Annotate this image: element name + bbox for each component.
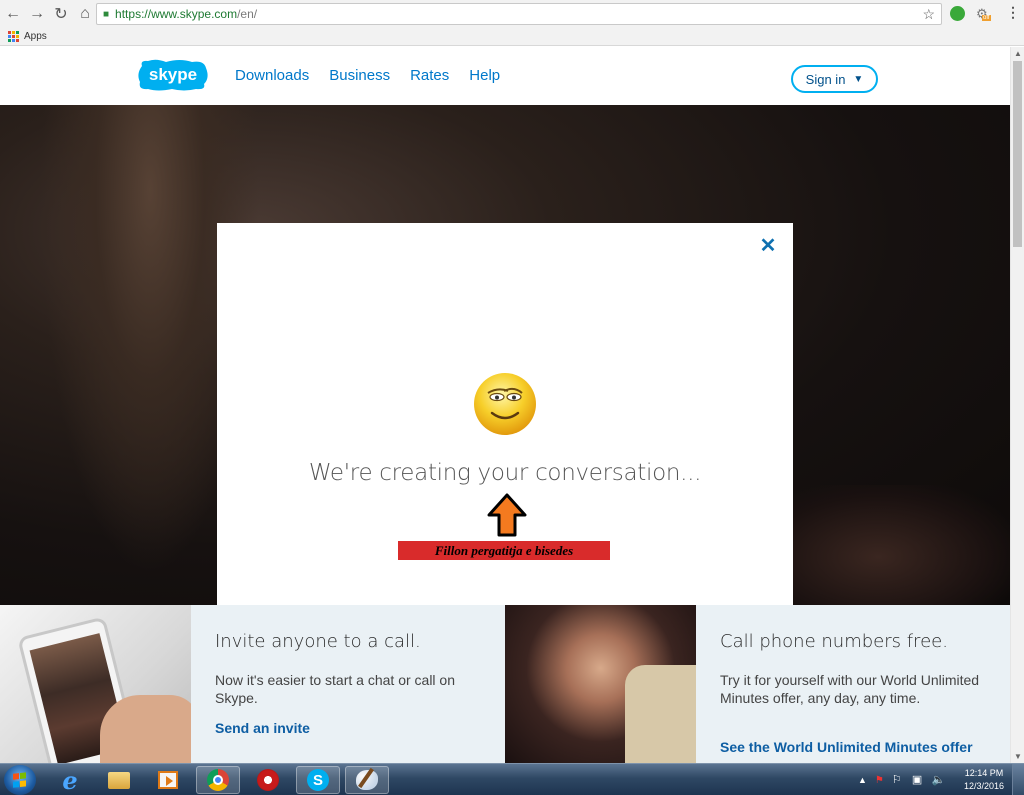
- call-phones-card: Call phone numbers free. Try it for your…: [696, 605, 1010, 763]
- paint-icon: [356, 770, 378, 790]
- nav-rates[interactable]: Rates: [410, 67, 449, 84]
- windows-logo-icon: [13, 772, 27, 788]
- close-icon[interactable]: ✕: [759, 236, 777, 256]
- address-bar[interactable]: ■ https://www.skype.com/en/ ☆: [96, 3, 942, 25]
- page-viewport: skype Downloads Business Rates Help Sign…: [0, 47, 1010, 763]
- extension-badge-icon: off: [982, 15, 991, 21]
- bookmarks-bar: Apps: [0, 28, 1024, 46]
- hero-rug-image: [790, 485, 1010, 605]
- internet-explorer-icon: e: [62, 765, 78, 795]
- screen: ← → ↻ ⌂ ■ https://www.skype.com/en/ ☆ ⚙ o…: [0, 0, 1024, 795]
- folder-icon: [108, 771, 130, 789]
- main-nav: Downloads Business Rates Help: [235, 67, 500, 84]
- taskbar-ie[interactable]: e: [48, 765, 92, 795]
- start-button[interactable]: [4, 765, 36, 795]
- lock-icon: ■: [103, 8, 110, 20]
- taskbar-explorer[interactable]: [97, 766, 141, 794]
- extension-puzzle-icon[interactable]: ⚙ off: [976, 6, 992, 22]
- reload-icon[interactable]: ↻: [50, 3, 72, 25]
- chevron-down-icon: ▼: [853, 73, 864, 85]
- invite-card: Invite anyone to a call. Now it's easier…: [191, 605, 505, 763]
- url-host: https://www.skype.com: [115, 7, 238, 21]
- nav-downloads[interactable]: Downloads: [235, 67, 309, 84]
- tray-flag-icon[interactable]: ⚑: [875, 775, 884, 786]
- home-icon[interactable]: ⌂: [74, 3, 96, 25]
- nav-help[interactable]: Help: [469, 67, 500, 84]
- red-app-icon: [257, 769, 279, 791]
- page-scrollbar[interactable]: ▲ ▼: [1010, 47, 1024, 763]
- browser-toolbar: ← → ↻ ⌂ ■ https://www.skype.com/en/ ☆ ⚙ o…: [0, 0, 1024, 28]
- show-desktop-button[interactable]: [1012, 764, 1024, 795]
- site-header: skype Downloads Business Rates Help Sign…: [0, 47, 1010, 105]
- chrome-icon: [207, 769, 229, 791]
- taskbar-media-player[interactable]: [146, 766, 190, 794]
- action-center-icon[interactable]: ⚐: [892, 774, 904, 786]
- volume-icon[interactable]: 🔈: [932, 774, 946, 786]
- clock-date: 12/3/2016: [963, 781, 1005, 791]
- skype-icon: S: [307, 769, 329, 791]
- taskbar-skype[interactable]: S: [296, 766, 340, 794]
- skype-logo[interactable]: skype: [136, 58, 210, 92]
- smiley-emoticon-icon: [474, 373, 536, 435]
- skype-logo-text: skype: [149, 65, 197, 84]
- hero-background: ✕ We're creating your conversation... Fi…: [0, 105, 1010, 663]
- windows-taskbar: e S ▲ ⚑ ⚐ ▣ 🔈 12:14 PM 12/3/2016: [0, 763, 1024, 795]
- shirt-image: [625, 665, 696, 763]
- invite-card-body: Now it's easier to start a chat or call …: [215, 672, 455, 706]
- conversation-modal: ✕ We're creating your conversation... Fi…: [217, 223, 793, 663]
- forward-icon[interactable]: →: [26, 3, 48, 25]
- hand-image: [100, 695, 191, 763]
- arrow-up-icon: [487, 493, 527, 537]
- taskbar-clock[interactable]: 12:14 PM 12/3/2016: [958, 767, 1010, 793]
- woman-on-phone-image: [505, 605, 696, 763]
- creating-conversation-message: We're creating your conversation...: [308, 460, 702, 486]
- extension-green-icon[interactable]: [950, 6, 965, 21]
- feature-cards: Invite anyone to a call. Now it's easier…: [0, 605, 1010, 763]
- apps-grid-icon[interactable]: [8, 31, 19, 42]
- taskbar-paint[interactable]: [345, 766, 389, 794]
- apps-bookmark[interactable]: Apps: [24, 31, 47, 42]
- system-tray: ▲ ⚑ ⚐ ▣ 🔈: [858, 764, 946, 795]
- phone-video-call-image: [0, 605, 191, 763]
- nav-business[interactable]: Business: [329, 67, 390, 84]
- network-icon[interactable]: ▣: [912, 774, 924, 786]
- back-icon[interactable]: ←: [2, 3, 24, 25]
- scroll-up-icon[interactable]: ▲: [1014, 49, 1022, 58]
- tray-expand-icon[interactable]: ▲: [858, 775, 867, 785]
- call-phones-card-title: Call phone numbers free.: [720, 631, 948, 652]
- invite-card-title: Invite anyone to a call.: [215, 631, 421, 652]
- taskbar-chrome[interactable]: [196, 766, 240, 794]
- clock-time: 12:14 PM: [964, 768, 1004, 778]
- sign-in-button[interactable]: Sign in ▼: [791, 65, 878, 93]
- annotation-label: Fillon pergatitja e bisedes: [398, 541, 610, 560]
- browser-menu-icon[interactable]: ⋮: [1006, 4, 1020, 21]
- scroll-down-icon[interactable]: ▼: [1014, 752, 1022, 761]
- send-invite-link[interactable]: Send an invite: [215, 720, 310, 736]
- world-minutes-offer-link[interactable]: See the World Unlimited Minutes offer: [720, 739, 973, 755]
- taskbar-red-app[interactable]: [246, 766, 290, 794]
- sign-in-label: Sign in: [805, 71, 846, 87]
- call-phones-card-body: Try it for yourself with our World Unlim…: [720, 672, 980, 706]
- url-path: /en/: [237, 7, 258, 21]
- bookmark-star-icon[interactable]: ☆: [922, 6, 935, 23]
- scrollbar-thumb[interactable]: [1013, 61, 1022, 247]
- media-player-icon: [158, 771, 178, 789]
